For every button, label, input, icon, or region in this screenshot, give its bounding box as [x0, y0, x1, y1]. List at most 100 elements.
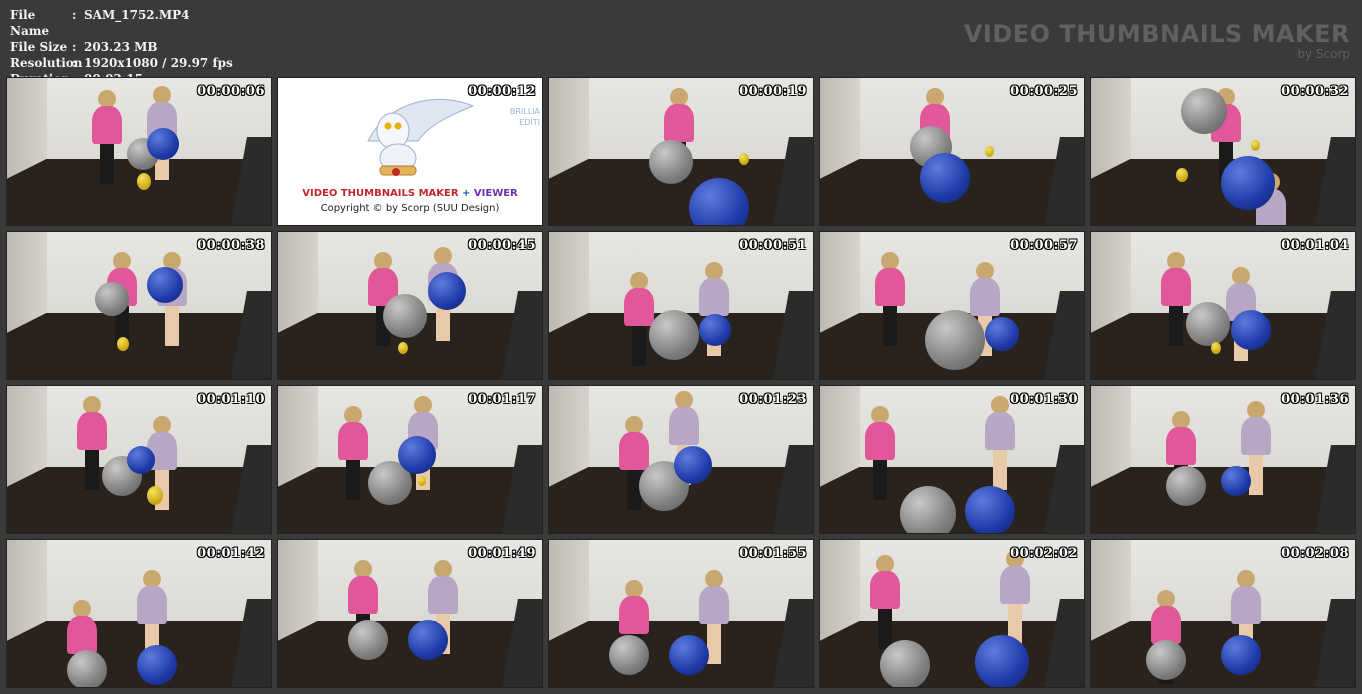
yellow-balloon [1211, 342, 1221, 354]
timestamp-label: 00:01:10 [197, 392, 265, 407]
person-torso [1166, 427, 1196, 465]
blue-exercise-ball [1221, 466, 1251, 496]
grey-exercise-ball [95, 282, 129, 316]
edition-note-line: BRILLIA [509, 107, 540, 116]
yellow-balloon [1176, 168, 1188, 182]
video-thumbnail[interactable]: 00:01:10 [6, 385, 272, 534]
logo-title-main: VIDEO THUMBNAILS MAKER [302, 188, 459, 199]
blue-exercise-ball [674, 446, 712, 484]
timestamp-label: 00:00:12 [468, 84, 536, 99]
timestamp-label: 00:00:32 [1281, 84, 1349, 99]
person-torso [428, 576, 458, 614]
person-torso [970, 278, 1000, 316]
video-thumbnail[interactable]: 00:00:45 [277, 231, 543, 380]
blue-exercise-ball [137, 645, 177, 685]
person-legs [632, 326, 646, 366]
video-thumbnail[interactable]: 00:01:49 [277, 539, 543, 688]
person-legs [873, 460, 887, 500]
blue-exercise-ball [985, 317, 1019, 351]
person-torso [875, 268, 905, 306]
person-legs [993, 450, 1007, 490]
video-thumbnail[interactable]: 00:00:06 [6, 77, 272, 226]
video-thumbnail[interactable]: 00:00:51 [548, 231, 814, 380]
timestamp-label: 00:01:36 [1281, 392, 1349, 407]
video-thumbnail[interactable]: 00:02:08 [1090, 539, 1356, 688]
blue-exercise-ball [398, 436, 436, 474]
blue-exercise-ball [975, 635, 1029, 687]
video-thumbnail[interactable]: 00:01:55 [548, 539, 814, 688]
grey-exercise-ball [609, 635, 649, 675]
blue-exercise-ball [147, 128, 179, 160]
yellow-balloon [398, 342, 408, 354]
person-legs [100, 144, 114, 184]
video-thumbnail[interactable]: 00:01:42 [6, 539, 272, 688]
person-torso [1231, 586, 1261, 624]
person-torso [137, 586, 167, 624]
file-size-label: File Size [10, 40, 68, 54]
file-name-label: File Name [10, 8, 50, 38]
video-thumbnail[interactable]: 00:02:02 [819, 539, 1085, 688]
video-thumbnail[interactable]: 00:01:17 [277, 385, 543, 534]
video-thumbnail[interactable]: 00:00:19 [548, 77, 814, 226]
person-torso [1000, 566, 1030, 604]
grey-exercise-ball [348, 620, 388, 660]
timestamp-label: 00:00:06 [197, 84, 265, 99]
person-torso [985, 412, 1015, 450]
person-legs [1249, 455, 1263, 495]
video-thumbnail[interactable]: 00:01:36 [1090, 385, 1356, 534]
yellow-balloon [147, 486, 163, 505]
colon: : [72, 56, 77, 70]
floor [7, 312, 271, 379]
blue-exercise-ball [127, 446, 155, 474]
timestamp-label: 00:01:17 [468, 392, 536, 407]
blue-exercise-ball [965, 486, 1015, 533]
yellow-balloon [418, 476, 426, 486]
video-thumbnail[interactable]: 00:00:38 [6, 231, 272, 380]
video-thumbnail[interactable]: 00:01:23 [548, 385, 814, 534]
timestamp-label: 00:01:30 [1010, 392, 1078, 407]
person-torso [699, 586, 729, 624]
logo-copyright: Copyright © by Scorp (SUU Design) [320, 203, 500, 214]
grey-exercise-ball [1181, 88, 1227, 134]
timestamp-label: 00:01:04 [1281, 238, 1349, 253]
person-legs [883, 306, 897, 346]
person-legs [1169, 306, 1183, 346]
yellow-balloon [739, 153, 749, 165]
blue-exercise-ball [669, 635, 709, 675]
person-torso [624, 288, 654, 326]
timestamp-label: 00:00:45 [468, 238, 536, 253]
video-thumbnail[interactable]: 00:01:30 [819, 385, 1085, 534]
edition-note-line: EDITI [519, 118, 540, 127]
person-torso [92, 106, 122, 144]
person-torso [619, 596, 649, 634]
blue-exercise-ball [1231, 310, 1271, 350]
owl-logo-icon [367, 99, 475, 176]
yellow-balloon [137, 173, 151, 190]
timestamp-label: 00:01:49 [468, 546, 536, 561]
grey-exercise-ball [67, 650, 107, 687]
yellow-balloon [985, 146, 994, 157]
timestamp-label: 00:01:42 [197, 546, 265, 561]
person-torso [1241, 417, 1271, 455]
grey-exercise-ball [880, 640, 930, 687]
file-name-row: File Name : SAM_1752.MP4 [10, 7, 233, 39]
timestamp-label: 00:00:38 [197, 238, 265, 253]
brand-watermark: VIDEO THUMBNAILS MAKER by Scorp [964, 20, 1350, 60]
logo-thumbnail[interactable]: BRILLIA EDITI VIDEO THUMBNAILS MAKER + VIE… [277, 77, 543, 226]
video-thumbnail[interactable]: 00:01:04 [1090, 231, 1356, 380]
grey-exercise-ball [649, 310, 699, 360]
grey-exercise-ball [383, 294, 427, 338]
file-info-panel: File Name : SAM_1752.MP4 File Size : 203… [10, 7, 233, 87]
person-torso [664, 104, 694, 142]
thumbnail-sheet: File Name : SAM_1752.MP4 File Size : 203… [0, 0, 1362, 694]
video-thumbnail[interactable]: 00:00:32 [1090, 77, 1356, 226]
person-legs [346, 460, 360, 500]
colon: : [72, 8, 77, 22]
yellow-balloon [117, 337, 129, 351]
video-thumbnail[interactable]: 00:00:57 [819, 231, 1085, 380]
timestamp-label: 00:01:55 [739, 546, 807, 561]
video-thumbnail[interactable]: 00:00:25 [819, 77, 1085, 226]
colon: : [72, 40, 77, 54]
blue-exercise-ball [1221, 635, 1261, 675]
timestamp-label: 00:02:08 [1281, 546, 1349, 561]
